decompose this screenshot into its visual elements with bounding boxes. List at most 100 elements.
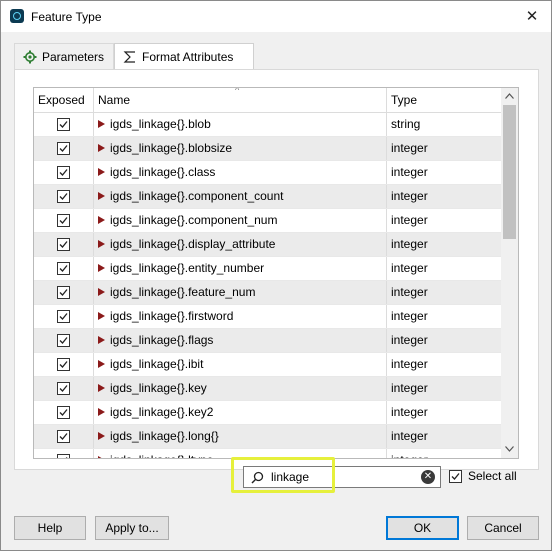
expand-arrow-icon[interactable] <box>98 144 105 152</box>
sort-indicator-icon: ^ <box>235 87 240 95</box>
exposed-checkbox[interactable] <box>57 142 70 155</box>
attribute-name: igds_linkage{}.display_attribute <box>110 237 276 251</box>
exposed-checkbox[interactable] <box>57 118 70 131</box>
exposed-cell <box>34 233 94 256</box>
attribute-name: igds_linkage{}.ltype <box>110 453 213 458</box>
apply-to-button[interactable]: Apply to... <box>95 516 169 540</box>
attribute-type: integer <box>391 165 428 179</box>
expand-arrow-icon[interactable] <box>98 240 105 248</box>
expand-arrow-icon[interactable] <box>98 168 105 176</box>
attributes-table: Exposed Name Type ^ igds_linkage{}.blob s… <box>33 87 519 459</box>
table-row[interactable]: igds_linkage{}.feature_num integer <box>34 281 501 305</box>
name-cell: igds_linkage{}.class <box>94 161 387 184</box>
table-row[interactable]: igds_linkage{}.blobsize integer <box>34 137 501 161</box>
close-icon[interactable]: ✕ <box>523 7 541 25</box>
tab-format-attributes-label: Format Attributes <box>142 50 234 64</box>
tab-parameters[interactable]: Parameters <box>14 43 114 69</box>
exposed-cell <box>34 257 94 280</box>
attribute-type: integer <box>391 357 428 371</box>
window-title: Feature Type <box>31 10 102 24</box>
exposed-checkbox[interactable] <box>57 382 70 395</box>
select-all-control[interactable]: Select all <box>449 469 517 483</box>
exposed-checkbox[interactable] <box>57 190 70 203</box>
expand-arrow-icon[interactable] <box>98 264 105 272</box>
attribute-name: igds_linkage{}.key2 <box>110 405 214 419</box>
attribute-name: igds_linkage{}.entity_number <box>110 261 265 275</box>
app-icon <box>10 9 24 23</box>
exposed-cell <box>34 449 94 458</box>
expand-arrow-icon[interactable] <box>98 360 105 368</box>
name-cell: igds_linkage{}.ibit <box>94 353 387 376</box>
scroll-up-icon[interactable] <box>501 88 518 105</box>
exposed-checkbox[interactable] <box>57 286 70 299</box>
column-header-exposed[interactable]: Exposed <box>34 88 94 112</box>
exposed-checkbox[interactable] <box>57 334 70 347</box>
exposed-checkbox[interactable] <box>57 214 70 227</box>
exposed-checkbox[interactable] <box>57 430 70 443</box>
name-cell: igds_linkage{}.display_attribute <box>94 233 387 256</box>
table-row[interactable]: igds_linkage{}.class integer <box>34 161 501 185</box>
exposed-checkbox[interactable] <box>57 406 70 419</box>
table-row[interactable]: igds_linkage{}.long{} integer <box>34 425 501 449</box>
expand-arrow-icon[interactable] <box>98 288 105 296</box>
table-row[interactable]: igds_linkage{}.blob string <box>34 113 501 137</box>
cancel-button[interactable]: Cancel <box>467 516 539 540</box>
table-row[interactable]: igds_linkage{}.key2 integer <box>34 401 501 425</box>
table-row[interactable]: igds_linkage{}.ibit integer <box>34 353 501 377</box>
tab-format-attributes[interactable]: Format Attributes <box>114 43 254 70</box>
expand-arrow-icon[interactable] <box>98 336 105 344</box>
expand-arrow-icon[interactable] <box>98 384 105 392</box>
exposed-cell <box>34 161 94 184</box>
attribute-type: integer <box>391 309 428 323</box>
table-row[interactable]: igds_linkage{}.display_attribute integer <box>34 233 501 257</box>
attribute-name: igds_linkage{}.component_count <box>110 189 284 203</box>
name-cell: igds_linkage{}.entity_number <box>94 257 387 280</box>
expand-arrow-icon[interactable] <box>98 408 105 416</box>
table-row[interactable]: igds_linkage{}.flags integer <box>34 329 501 353</box>
vertical-scrollbar[interactable] <box>501 88 518 458</box>
feature-type-dialog: Feature Type ✕ Parameters Format Attribu… <box>0 0 552 551</box>
gear-icon <box>23 50 37 64</box>
expand-arrow-icon[interactable] <box>98 456 105 458</box>
exposed-cell <box>34 329 94 352</box>
attribute-type: integer <box>391 285 428 299</box>
attribute-type: string <box>391 117 421 131</box>
exposed-checkbox[interactable] <box>57 262 70 275</box>
highlight-annotation <box>231 457 335 493</box>
expand-arrow-icon[interactable] <box>98 120 105 128</box>
attribute-type: integer <box>391 189 428 203</box>
exposed-checkbox[interactable] <box>57 166 70 179</box>
select-all-label: Select all <box>468 469 517 483</box>
table-row[interactable]: igds_linkage{}.entity_number integer <box>34 257 501 281</box>
attribute-type: integer <box>391 213 428 227</box>
table-row[interactable]: igds_linkage{}.firstword integer <box>34 305 501 329</box>
table-row[interactable]: igds_linkage{}.component_count integer <box>34 185 501 209</box>
expand-arrow-icon[interactable] <box>98 432 105 440</box>
column-header-name[interactable]: Name <box>94 88 387 112</box>
attribute-name: igds_linkage{}.key <box>110 381 207 395</box>
name-cell: igds_linkage{}.component_num <box>94 209 387 232</box>
expand-arrow-icon[interactable] <box>98 312 105 320</box>
exposed-checkbox[interactable] <box>57 454 70 458</box>
ok-button[interactable]: OK <box>386 516 459 540</box>
scrollbar-thumb[interactable] <box>503 105 516 239</box>
attribute-name: igds_linkage{}.long{} <box>110 429 219 443</box>
help-button[interactable]: Help <box>14 516 86 540</box>
expand-arrow-icon[interactable] <box>98 216 105 224</box>
table-row[interactable]: igds_linkage{}.component_num integer <box>34 209 501 233</box>
exposed-checkbox[interactable] <box>57 238 70 251</box>
name-cell: igds_linkage{}.component_count <box>94 185 387 208</box>
attribute-type: integer <box>391 141 428 155</box>
exposed-checkbox[interactable] <box>57 310 70 323</box>
exposed-checkbox[interactable] <box>57 358 70 371</box>
attribute-name: igds_linkage{}.firstword <box>110 309 234 323</box>
exposed-cell <box>34 425 94 448</box>
scroll-down-icon[interactable] <box>501 441 518 458</box>
select-all-checkbox[interactable] <box>449 469 462 483</box>
clear-filter-icon[interactable]: ✕ <box>421 470 435 484</box>
table-row[interactable]: igds_linkage{}.key integer <box>34 377 501 401</box>
column-header-type[interactable]: Type <box>387 88 501 112</box>
attribute-type: integer <box>391 405 428 419</box>
expand-arrow-icon[interactable] <box>98 192 105 200</box>
exposed-cell <box>34 377 94 400</box>
